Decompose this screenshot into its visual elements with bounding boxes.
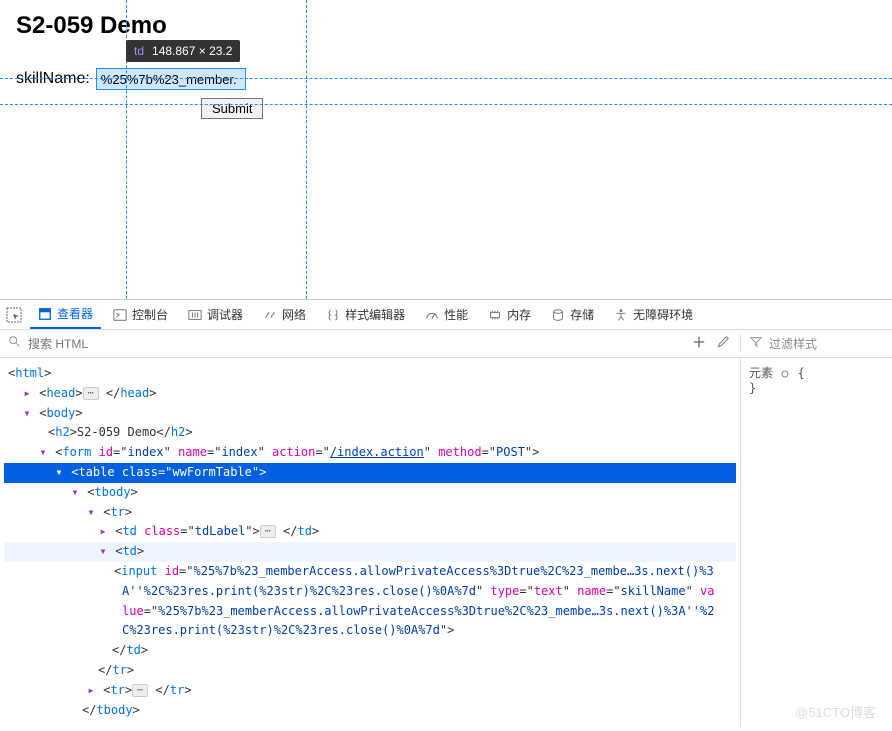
page-title: S2-059 Demo [16, 12, 876, 40]
tab-accessibility[interactable]: 无障碍环境 [606, 300, 701, 329]
rendered-page: S2-059 Demo td 148.867 × 23.2 skillName:… [0, 0, 892, 300]
add-icon[interactable] [692, 335, 706, 352]
tab-memory[interactable]: 内存 [480, 300, 539, 329]
tab-performance[interactable]: 性能 [417, 300, 476, 329]
pick-element-icon[interactable] [6, 307, 22, 323]
tab-console[interactable]: 控制台 [105, 300, 176, 329]
tooltip-tag: td [134, 44, 144, 58]
search-icon [8, 335, 22, 352]
dom-tree[interactable]: <html> ▸ <head>⋯ </head> ▾ <body> <h2>S2… [0, 358, 740, 726]
performance-icon [425, 308, 439, 322]
tooltip-dimensions: 148.867 × 23.2 [152, 44, 232, 58]
tab-inspector[interactable]: 查看器 [30, 300, 101, 329]
watermark: @51CTO博客 [795, 702, 876, 721]
devtools-searchbar: 过滤样式 [0, 330, 892, 358]
filter-icon [749, 335, 763, 352]
inline-icon [780, 369, 790, 379]
devtools-tabbar: 查看器 控制台 调试器 网络 样式编辑器 性能 内存 存储 [0, 300, 892, 330]
tab-storage[interactable]: 存储 [543, 300, 602, 329]
demo-form: skillName: Submit [16, 68, 876, 119]
submit-button[interactable]: Submit [201, 98, 263, 119]
network-icon [263, 308, 277, 322]
inspect-guide-vertical [306, 0, 307, 299]
tab-styleeditor[interactable]: 样式编辑器 [318, 300, 413, 329]
search-input[interactable] [28, 337, 674, 351]
eyedropper-icon[interactable] [716, 335, 730, 352]
tab-network[interactable]: 网络 [255, 300, 314, 329]
inspect-guide-horizontal [0, 78, 892, 79]
element-dimension-tooltip: td 148.867 × 23.2 [126, 40, 240, 62]
skillname-input[interactable] [96, 68, 246, 90]
debugger-icon [188, 308, 202, 322]
storage-icon [551, 308, 565, 322]
styles-panel: 元素 { } [740, 358, 892, 726]
styleeditor-icon [326, 308, 340, 322]
memory-icon [488, 308, 502, 322]
devtools-panel: 查看器 控制台 调试器 网络 样式编辑器 性能 内存 存储 [0, 300, 892, 726]
styles-element-header: 元素 [749, 366, 773, 380]
console-icon [113, 308, 127, 322]
accessibility-icon [614, 308, 628, 322]
skillname-label: skillName: [16, 70, 96, 88]
inspector-icon [38, 307, 52, 321]
selected-node: ▾ <table class="wwFormTable"> [4, 463, 736, 483]
tab-debugger[interactable]: 调试器 [180, 300, 251, 329]
filter-placeholder: 过滤样式 [769, 335, 817, 352]
inspect-guide-horizontal [0, 104, 892, 105]
